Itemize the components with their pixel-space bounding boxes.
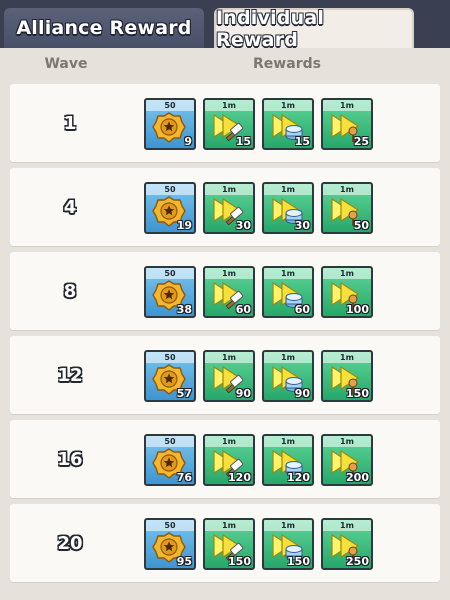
reward-item[interactable]: 1m 25	[321, 98, 373, 150]
reward-item-label: 1m	[323, 268, 371, 279]
reward-quantity: 30	[294, 219, 310, 232]
reward-item[interactable]: 1m 60	[262, 266, 314, 318]
reward-item-label: 1m	[205, 520, 253, 531]
reward-item[interactable]: 1m 100	[321, 266, 373, 318]
wave-number: 12	[57, 364, 83, 386]
reward-row: 16 50 76 1m 120 1m 120 1m 200	[10, 420, 440, 498]
rewards-column-header: Rewards	[253, 56, 321, 72]
reward-item[interactable]: 50 9	[144, 98, 196, 150]
event-rewards-screen: Alliance Reward Individual Reward Wave R…	[0, 0, 450, 600]
reward-item-label: 50	[146, 268, 194, 279]
wave-number: 1	[63, 112, 77, 134]
reward-row: 12 50 57 1m 90 1m 90 1m 150	[10, 336, 440, 414]
wave-number: 4	[63, 196, 77, 218]
reward-quantity: 60	[294, 303, 310, 316]
reward-item[interactable]: 1m 150	[262, 518, 314, 570]
reward-item-label: 1m	[323, 352, 371, 363]
reward-item[interactable]: 1m 120	[203, 434, 255, 486]
reward-item-label: 1m	[264, 436, 312, 447]
tab-individual-reward[interactable]: Individual Reward	[214, 7, 414, 51]
reward-item[interactable]: 1m 15	[203, 98, 255, 150]
reward-quantity: 15	[294, 135, 310, 148]
reward-item-label: 50	[146, 184, 194, 195]
reward-quantity: 150	[287, 555, 310, 568]
reward-item-label: 1m	[323, 100, 371, 111]
reward-quantity: 19	[176, 219, 192, 232]
reward-item-label: 1m	[323, 520, 371, 531]
reward-item-label: 50	[146, 520, 194, 531]
reward-quantity: 250	[346, 555, 369, 568]
reward-item-label: 1m	[323, 436, 371, 447]
reward-quantity: 60	[235, 303, 251, 316]
wave-column-header: Wave	[44, 56, 88, 72]
reward-item-label: 1m	[264, 352, 312, 363]
gold-badge-icon	[152, 111, 186, 145]
reward-quantity: 150	[346, 387, 369, 400]
reward-item-label: 1m	[323, 184, 371, 195]
reward-quantity: 9	[184, 135, 192, 148]
reward-item[interactable]: 1m 60	[203, 266, 255, 318]
reward-items: 50 57 1m 90 1m 90 1m 150	[144, 350, 380, 402]
tab-bar: Alliance Reward Individual Reward	[0, 0, 450, 51]
reward-item-label: 1m	[264, 184, 312, 195]
wave-number: 20	[57, 532, 83, 554]
rewards-panel: Wave Rewards 1 50 9 1m 15 1m 15 1m 25 4 50 19 1m 30 1m…	[0, 48, 450, 600]
reward-item[interactable]: 50 38	[144, 266, 196, 318]
wave-number: 8	[63, 280, 77, 302]
reward-item-label: 50	[146, 352, 194, 363]
reward-item[interactable]: 1m 120	[262, 434, 314, 486]
reward-item-label: 50	[146, 100, 194, 111]
reward-quantity: 25	[353, 135, 369, 148]
reward-quantity: 120	[287, 471, 310, 484]
reward-quantity: 120	[228, 471, 251, 484]
reward-item-label: 1m	[264, 268, 312, 279]
reward-item-label: 1m	[205, 268, 253, 279]
reward-quantity: 100	[346, 303, 369, 316]
reward-quantity: 150	[228, 555, 251, 568]
reward-item-label: 1m	[264, 520, 312, 531]
reward-item[interactable]: 1m 150	[203, 518, 255, 570]
reward-item-label: 1m	[205, 184, 253, 195]
reward-quantity: 90	[235, 387, 251, 400]
reward-row: 4 50 19 1m 30 1m 30 1m 50	[10, 168, 440, 246]
reward-item[interactable]: 1m 90	[203, 350, 255, 402]
reward-item-label: 1m	[205, 436, 253, 447]
reward-quantity: 38	[176, 303, 192, 316]
reward-item-label: 1m	[264, 100, 312, 111]
reward-quantity: 90	[294, 387, 310, 400]
reward-rows: 1 50 9 1m 15 1m 15 1m 25 4 50 19 1m 30 1m 30 1m 50 8 50 38 1m…	[10, 84, 440, 588]
reward-item[interactable]: 1m 90	[262, 350, 314, 402]
reward-quantity: 15	[235, 135, 251, 148]
reward-item-label: 50	[146, 436, 194, 447]
reward-item[interactable]: 50 19	[144, 182, 196, 234]
reward-row: 20 50 95 1m 150 1m 150 1m 250	[10, 504, 440, 582]
reward-quantity: 30	[235, 219, 251, 232]
reward-item[interactable]: 50 57	[144, 350, 196, 402]
reward-items: 50 76 1m 120 1m 120 1m 200	[144, 434, 380, 486]
reward-item[interactable]: 1m 200	[321, 434, 373, 486]
reward-items: 50 95 1m 150 1m 150 1m 250	[144, 518, 380, 570]
reward-quantity: 57	[176, 387, 192, 400]
reward-item[interactable]: 1m 250	[321, 518, 373, 570]
reward-items: 50 9 1m 15 1m 15 1m 25	[144, 98, 380, 150]
reward-quantity: 50	[353, 219, 369, 232]
reward-item[interactable]: 1m 30	[203, 182, 255, 234]
wave-number: 16	[57, 448, 83, 470]
reward-row: 8 50 38 1m 60 1m 60 1m 100	[10, 252, 440, 330]
reward-quantity: 95	[176, 555, 192, 568]
reward-quantity: 200	[346, 471, 369, 484]
reward-item[interactable]: 1m 30	[262, 182, 314, 234]
tab-alliance-reward[interactable]: Alliance Reward	[4, 8, 204, 48]
reward-item[interactable]: 50 76	[144, 434, 196, 486]
reward-items: 50 38 1m 60 1m 60 1m 100	[144, 266, 380, 318]
reward-row: 1 50 9 1m 15 1m 15 1m 25	[10, 84, 440, 162]
reward-item[interactable]: 1m 15	[262, 98, 314, 150]
reward-quantity: 76	[176, 471, 192, 484]
reward-item[interactable]: 1m 50	[321, 182, 373, 234]
reward-item[interactable]: 1m 150	[321, 350, 373, 402]
reward-item[interactable]: 50 95	[144, 518, 196, 570]
reward-items: 50 19 1m 30 1m 30 1m 50	[144, 182, 380, 234]
reward-item-label: 1m	[205, 100, 253, 111]
reward-item-label: 1m	[205, 352, 253, 363]
